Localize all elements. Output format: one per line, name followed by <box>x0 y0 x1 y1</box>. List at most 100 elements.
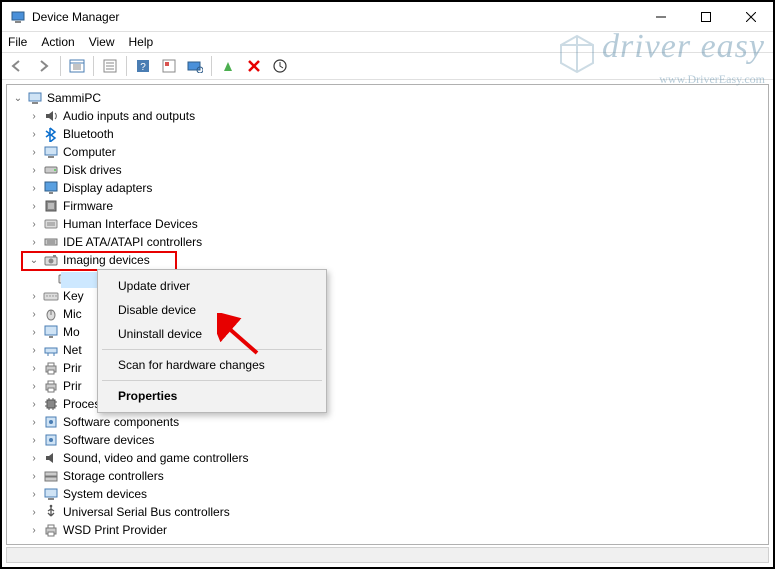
svg-text:?: ? <box>140 62 146 73</box>
printer-icon <box>43 378 59 394</box>
ctx-separator <box>102 380 322 381</box>
tree-category[interactable]: › Bluetooth <box>27 125 768 143</box>
expander-icon[interactable]: › <box>27 451 41 465</box>
tree-category[interactable]: ›Software components <box>27 413 768 431</box>
tree-category[interactable]: ›Firmware <box>27 197 768 215</box>
category-label: Display adapters <box>63 181 152 195</box>
expander-icon[interactable]: › <box>27 469 41 483</box>
expander-icon[interactable]: › <box>27 343 41 357</box>
device-manager-window: Device Manager File Action View Help ? <box>0 0 775 569</box>
window-title: Device Manager <box>32 10 638 24</box>
category-label: Bluetooth <box>63 127 114 141</box>
category-label: Mo <box>63 325 80 339</box>
expander-icon[interactable]: › <box>27 307 41 321</box>
root-label: SammiPC <box>47 91 101 105</box>
expander-icon[interactable]: › <box>27 289 41 303</box>
forward-button[interactable] <box>32 54 56 78</box>
scan-button[interactable] <box>183 54 207 78</box>
expander-icon[interactable]: › <box>27 127 41 141</box>
bluetooth-icon <box>43 126 59 142</box>
window-controls <box>638 2 773 31</box>
help-button[interactable]: ? <box>131 54 155 78</box>
menu-action[interactable]: Action <box>41 35 74 49</box>
expander-icon[interactable]: ⌄ <box>27 253 41 267</box>
expander-icon[interactable]: › <box>27 217 41 231</box>
category-label: IDE ATA/ATAPI controllers <box>63 235 202 249</box>
expander-icon[interactable]: › <box>27 487 41 501</box>
expander-icon[interactable]: › <box>27 325 41 339</box>
tree-category[interactable]: › System devices <box>27 485 768 503</box>
tree-category[interactable]: › IDE ATA/ATAPI controllers <box>27 233 768 251</box>
tree-category[interactable]: ›Computer <box>27 143 768 161</box>
toolbar: ? <box>2 52 773 80</box>
tree-category[interactable]: ›Software devices <box>27 431 768 449</box>
close-button[interactable] <box>728 2 773 31</box>
enable-button[interactable] <box>216 54 240 78</box>
expander-icon[interactable]: › <box>27 109 41 123</box>
expander-icon[interactable]: › <box>27 433 41 447</box>
tree-category[interactable]: ⌄ Imaging devices <box>27 251 768 269</box>
firmware-icon <box>43 198 59 214</box>
menu-help[interactable]: Help <box>129 35 154 49</box>
expander-icon[interactable]: ⌄ <box>11 91 25 105</box>
category-label: Storage controllers <box>63 469 164 483</box>
category-label: Disk drives <box>63 163 122 177</box>
tree-category[interactable]: › Audio inputs and outputs <box>27 107 768 125</box>
category-label: Sound, video and game controllers <box>63 451 248 465</box>
processor-icon <box>43 396 59 412</box>
context-menu: Update driver Disable device Uninstall d… <box>97 269 327 413</box>
menu-file[interactable]: File <box>8 35 27 49</box>
category-label: Prir <box>63 379 82 393</box>
usb-icon <box>43 504 59 520</box>
software-icon <box>43 432 59 448</box>
expander-icon[interactable]: › <box>27 523 41 537</box>
category-label: Key <box>63 289 84 303</box>
expander-icon[interactable]: › <box>27 235 41 249</box>
minimize-button[interactable] <box>638 2 683 31</box>
network-icon <box>43 342 59 358</box>
tree-category[interactable]: ›Universal Serial Bus controllers <box>27 503 768 521</box>
tree-category[interactable]: ›Human Interface Devices <box>27 215 768 233</box>
category-label: Imaging devices <box>63 253 150 267</box>
ctx-properties[interactable]: Properties <box>100 384 324 408</box>
computer-icon <box>43 144 59 160</box>
imaging-icon <box>43 252 59 268</box>
expander-icon[interactable]: › <box>27 379 41 393</box>
tree-category[interactable]: › Display adapters <box>27 179 768 197</box>
category-label: System devices <box>63 487 147 501</box>
update-button[interactable] <box>268 54 292 78</box>
expander-icon[interactable]: › <box>27 199 41 213</box>
tree-category[interactable]: › Storage controllers <box>27 467 768 485</box>
ctx-scan-hardware[interactable]: Scan for hardware changes <box>100 353 324 377</box>
maximize-button[interactable] <box>683 2 728 31</box>
sound-icon <box>43 450 59 466</box>
category-label: Prir <box>63 361 82 375</box>
expander-icon[interactable]: › <box>27 181 41 195</box>
uninstall-button[interactable] <box>242 54 266 78</box>
expander-icon[interactable]: › <box>27 505 41 519</box>
action-button[interactable] <box>157 54 181 78</box>
tree-root[interactable]: ⌄ SammiPC <box>11 89 768 107</box>
display-icon <box>43 180 59 196</box>
disk-icon <box>43 162 59 178</box>
ctx-update-driver[interactable]: Update driver <box>100 274 324 298</box>
status-bar <box>6 547 769 563</box>
category-label: Audio inputs and outputs <box>63 109 195 123</box>
properties-button[interactable] <box>98 54 122 78</box>
tree-category[interactable]: › Sound, video and game controllers <box>27 449 768 467</box>
expander-icon[interactable]: › <box>27 145 41 159</box>
software-icon <box>43 414 59 430</box>
ctx-disable-device[interactable]: Disable device <box>100 298 324 322</box>
system-icon <box>43 486 59 502</box>
expander-icon[interactable]: › <box>27 163 41 177</box>
ctx-uninstall-device[interactable]: Uninstall device <box>100 322 324 346</box>
expander-icon[interactable]: › <box>27 397 41 411</box>
expander-icon[interactable]: › <box>27 361 41 375</box>
tree-category[interactable]: ›WSD Print Provider <box>27 521 768 539</box>
device-tree-panel: ⌄ SammiPC › Audio inputs and outputs › Blue… <box>6 84 769 545</box>
show-hide-tree-button[interactable] <box>65 54 89 78</box>
tree-category[interactable]: › Disk drives <box>27 161 768 179</box>
back-button[interactable] <box>6 54 30 78</box>
expander-icon[interactable]: › <box>27 415 41 429</box>
menu-view[interactable]: View <box>89 35 115 49</box>
